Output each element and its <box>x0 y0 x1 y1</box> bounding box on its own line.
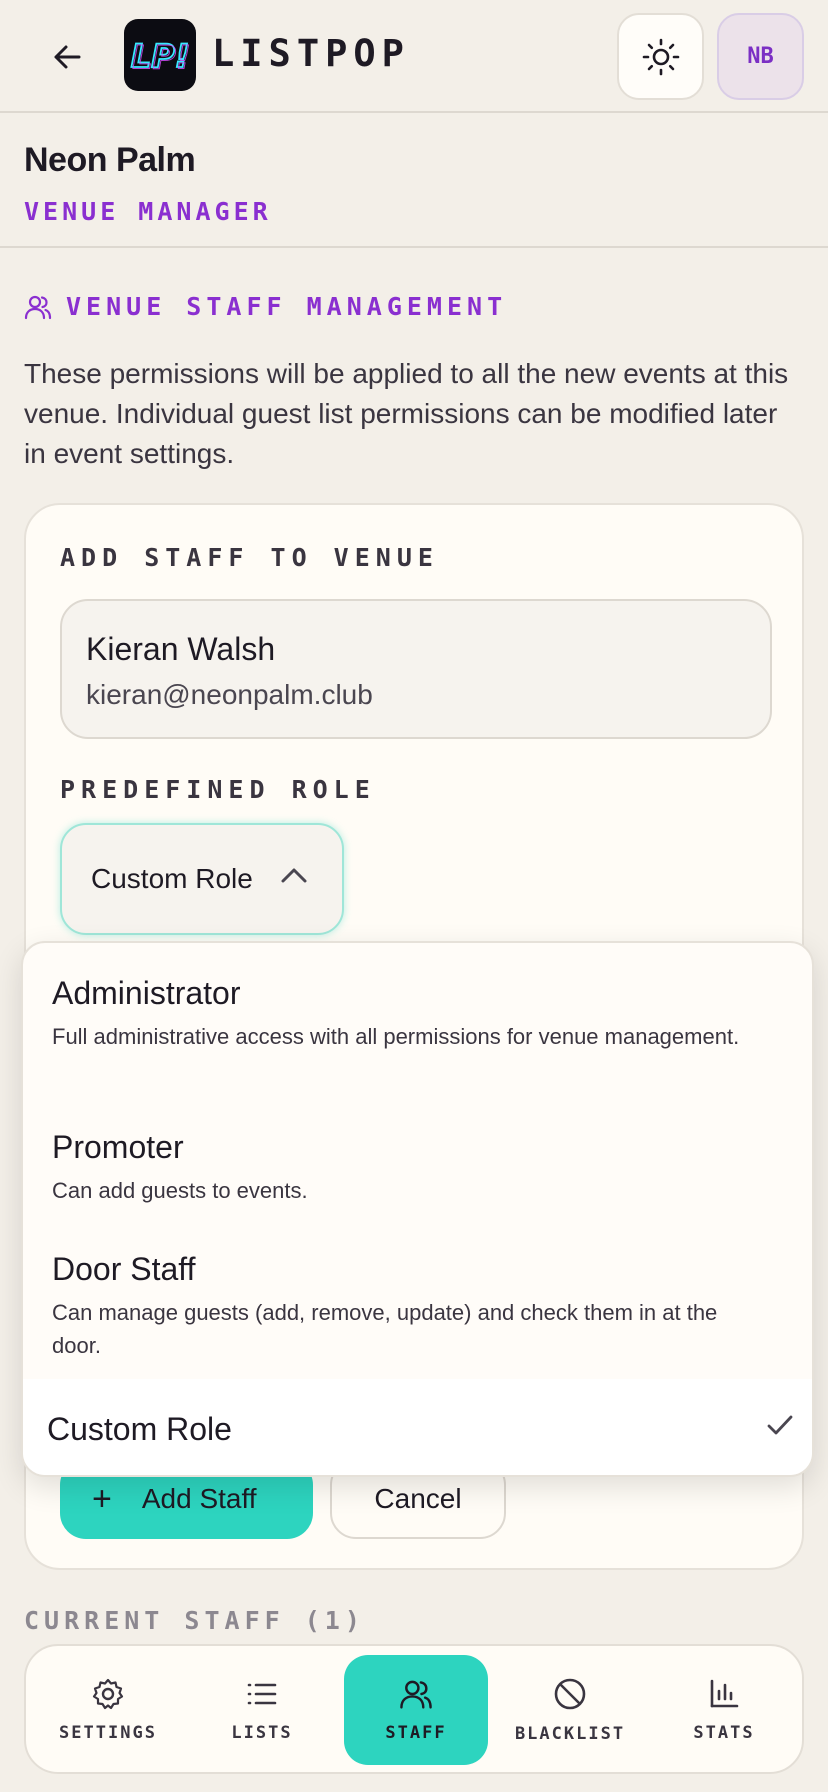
users-icon <box>400 1680 432 1709</box>
list-icon <box>247 1683 277 1705</box>
role-select[interactable]: Custom Role <box>60 823 344 935</box>
nav-label: LISTS <box>231 1723 293 1743</box>
role-option-administrator[interactable]: Administrator Full administrative access… <box>52 975 752 1053</box>
nav-blacklist[interactable]: BLACKLIST <box>498 1655 642 1765</box>
bottom-nav: SETTINGS LISTS STAFF BLACKLIST STATS <box>24 1644 804 1774</box>
app-header: LP! LP! LISTPOP NB <box>0 0 828 113</box>
role-option-custom-role[interactable]: Custom Role <box>23 1379 812 1475</box>
person-email: kieran@neonpalm.club <box>86 679 373 710</box>
users-icon <box>24 295 52 319</box>
role-select-value: Custom Role <box>91 863 253 894</box>
gear-icon <box>92 1678 124 1710</box>
venue-name: Neon Palm <box>24 141 196 179</box>
current-staff-heading: CURRENT STAFF (1) <box>24 1606 365 1635</box>
add-staff-label: ADD STAFF TO VENUE <box>60 543 439 572</box>
bar-chart-icon <box>710 1679 739 1708</box>
sun-icon <box>642 38 679 75</box>
role-dropdown-menu: Administrator Full administrative access… <box>21 941 814 1477</box>
nav-settings[interactable]: SETTINGS <box>36 1655 180 1765</box>
option-title: Promoter <box>52 1129 184 1165</box>
nav-staff[interactable]: STAFF <box>344 1655 488 1765</box>
option-title: Door Staff <box>52 1251 196 1287</box>
nav-label: BLACKLIST <box>514 1724 626 1744</box>
ban-icon <box>554 1678 586 1710</box>
role-option-promoter[interactable]: Promoter Can add guests to events. <box>52 1129 752 1207</box>
option-title: Custom Role <box>47 1411 232 1447</box>
nav-stats[interactable]: STATS <box>652 1655 796 1765</box>
chevron-up-icon <box>281 868 307 883</box>
arrow-left-icon <box>54 45 81 69</box>
option-description: Full administrative access with all perm… <box>52 1024 740 1049</box>
option-description: Can add guests to events. <box>52 1178 308 1203</box>
theme-toggle-button[interactable] <box>617 13 704 100</box>
role-label: PREDEFINED ROLE <box>60 775 376 804</box>
option-description: Can manage guests (add, remove, update) … <box>52 1300 718 1358</box>
section-title: VENUE STAFF MANAGEMENT <box>66 292 508 321</box>
back-button[interactable] <box>44 34 90 80</box>
nav-label: SETTINGS <box>59 1723 157 1743</box>
nav-lists[interactable]: LISTS <box>190 1655 334 1765</box>
svg-text:LP!: LP! <box>132 39 190 77</box>
plus-icon: + <box>92 1479 112 1518</box>
brand-name: LISTPOP <box>212 32 410 75</box>
check-icon <box>767 1415 793 1435</box>
user-avatar[interactable]: NB <box>717 13 804 100</box>
option-title: Administrator <box>52 975 241 1011</box>
venue-role: VENUE MANAGER <box>24 197 272 226</box>
role-option-door-staff[interactable]: Door Staff Can manage guests (add, remov… <box>52 1251 752 1362</box>
add-staff-label-text: Add Staff <box>141 1483 257 1514</box>
app-logo: LP! LP! <box>124 19 196 91</box>
section-heading: VENUE STAFF MANAGEMENT <box>24 292 507 321</box>
section-description: These permissions will be applied to all… <box>24 358 789 469</box>
nav-label: STAFF <box>385 1723 447 1743</box>
venue-info: Neon Palm VENUE MANAGER <box>0 113 828 248</box>
selected-person[interactable]: Kieran Walsh kieran@neonpalm.club <box>60 599 772 739</box>
person-name: Kieran Walsh <box>86 631 276 667</box>
nav-label: STATS <box>693 1723 755 1743</box>
